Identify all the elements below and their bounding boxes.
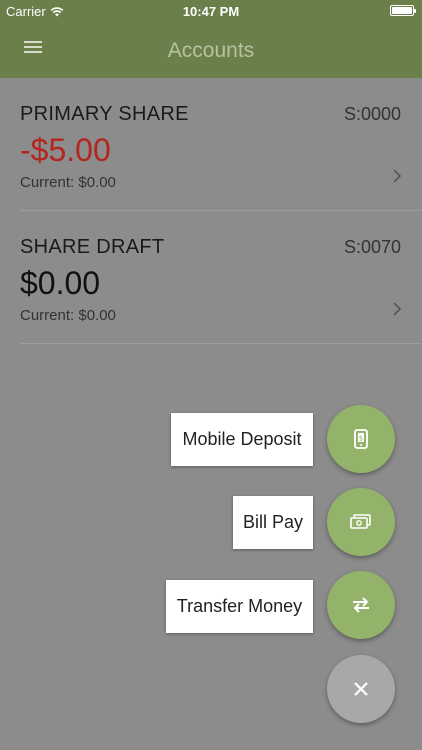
account-name: PRIMARY SHARE xyxy=(20,103,189,125)
account-row-share-draft[interactable]: SHARE DRAFT S:0070 $0.00 Current: $0.00 xyxy=(20,211,422,344)
account-balance: $0.00 xyxy=(20,265,101,301)
close-icon xyxy=(354,682,368,696)
bill-pay-button[interactable] xyxy=(327,488,395,556)
status-time: 10:47 PM xyxy=(182,4,240,19)
chevron-right-icon xyxy=(393,169,402,183)
swap-arrows-icon xyxy=(353,597,369,613)
chevron-right-icon xyxy=(393,302,402,316)
battery-icon xyxy=(390,5,416,16)
account-number: S:0000 xyxy=(343,104,401,124)
account-current-balance: Current: $0.00 xyxy=(20,174,116,191)
account-list: PRIMARY SHARE S:0000 -$5.00 Current: $0.… xyxy=(0,78,422,344)
account-row-primary-share[interactable]: PRIMARY SHARE S:0000 -$5.00 Current: $0.… xyxy=(20,78,422,211)
status-bar: Carrier 10:47 PM xyxy=(0,0,422,22)
nav-bar: Accounts xyxy=(0,22,422,78)
transfer-money-button[interactable] xyxy=(327,571,395,639)
mobile-deposit-button[interactable]: $ xyxy=(327,405,395,473)
mobile-deposit-label-button[interactable]: Mobile Deposit xyxy=(171,413,313,466)
cash-icon xyxy=(350,514,371,529)
bill-pay-label-button[interactable]: Bill Pay xyxy=(233,496,313,549)
account-current-balance: Current: $0.00 xyxy=(20,307,116,324)
account-name: SHARE DRAFT xyxy=(20,236,165,258)
svg-text:$: $ xyxy=(359,435,363,443)
close-fab-button[interactable] xyxy=(327,655,395,723)
account-balance: -$5.00 xyxy=(20,132,111,168)
mobile-check-icon: $ xyxy=(354,429,368,449)
page-title: Accounts xyxy=(167,39,255,62)
account-number: S:0070 xyxy=(343,237,401,257)
transfer-money-label-button[interactable]: Transfer Money xyxy=(166,580,313,633)
